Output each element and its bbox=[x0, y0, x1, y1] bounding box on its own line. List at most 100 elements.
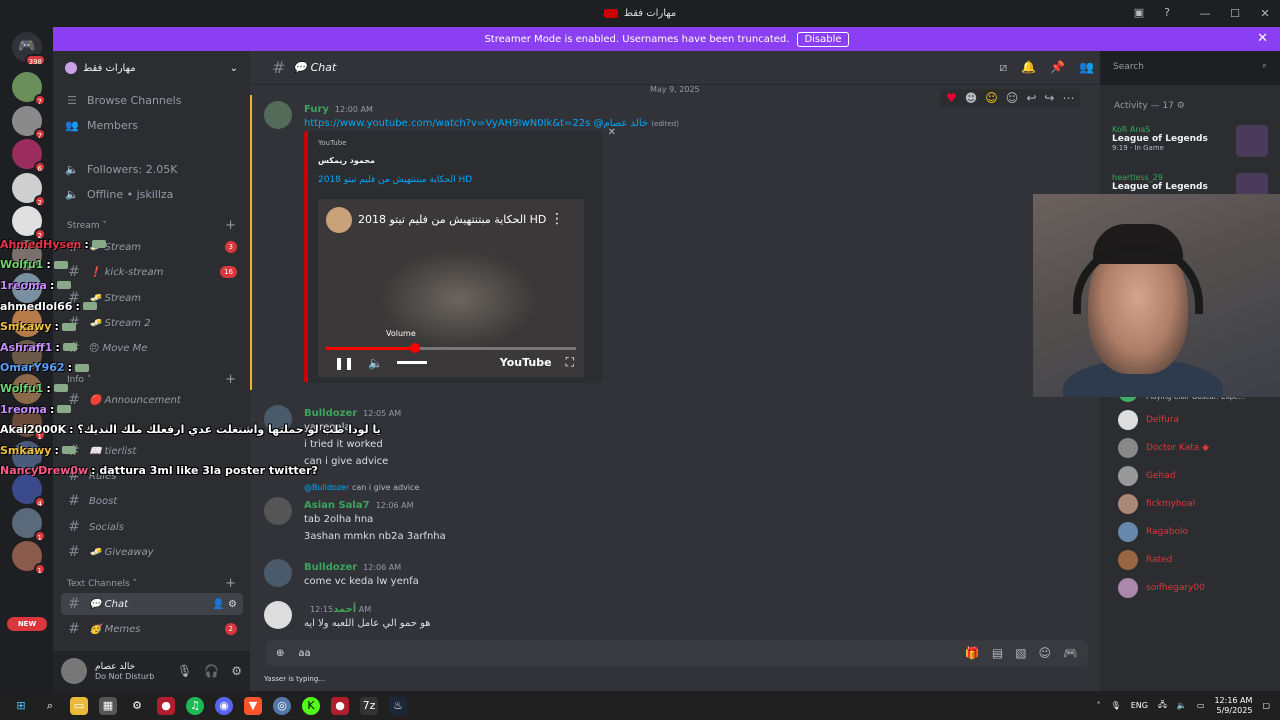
member-item[interactable]: soifhegary00 bbox=[1118, 578, 1278, 598]
message-link[interactable]: https://www.youtube.com/watch?v=VyAH9IwN… bbox=[304, 118, 590, 129]
add-channel-icon[interactable]: + bbox=[225, 576, 236, 591]
server-header[interactable]: مهارات فقط ⌄ bbox=[53, 51, 250, 85]
youtube-logo[interactable]: YouTube bbox=[500, 356, 552, 369]
category-text-channels[interactable]: Text Channels ˅ bbox=[67, 579, 137, 589]
volume-slider[interactable] bbox=[397, 361, 428, 364]
message-author[interactable]: Bulldozer bbox=[304, 562, 357, 573]
discord-icon[interactable]: ◉ bbox=[215, 696, 233, 715]
maximize-button[interactable]: ☐ bbox=[1220, 7, 1250, 20]
gear-icon[interactable]: ⚙ bbox=[231, 664, 242, 678]
member-item[interactable]: Gehad bbox=[1118, 466, 1278, 486]
app-icon[interactable]: ● bbox=[331, 696, 349, 715]
avatar[interactable] bbox=[61, 658, 87, 684]
followers-channel[interactable]: 🔈 Followers: 2.05K bbox=[65, 158, 245, 180]
heart-reaction-icon[interactable]: ♥ bbox=[946, 91, 957, 105]
battery-icon[interactable]: ▭ bbox=[1197, 701, 1205, 710]
member-list-icon[interactable]: 👥 bbox=[1079, 60, 1094, 75]
progress-knob[interactable] bbox=[410, 343, 420, 353]
channel-item[interactable]: # 💬 Chat 👤 ⚙ bbox=[61, 593, 243, 615]
obs-icon[interactable]: ◎ bbox=[273, 696, 291, 715]
channel-item[interactable]: # 🧈 Giveaway bbox=[61, 541, 243, 563]
home-button[interactable]: 🎮 398 bbox=[12, 32, 46, 66]
inbox-icon[interactable]: ▣ bbox=[1132, 6, 1146, 20]
minimize-button[interactable]: — bbox=[1190, 7, 1220, 20]
message-input[interactable]: ⊕ aa 🎁 ▤ ▧ ☺ 🎮 bbox=[266, 640, 1088, 666]
headphones-icon[interactable]: 🎧 bbox=[204, 664, 219, 678]
banner-close-icon[interactable]: ✕ bbox=[1257, 31, 1268, 46]
mention[interactable]: @خالد عصام bbox=[594, 118, 649, 129]
member-item[interactable]: fickmyhoal bbox=[1118, 494, 1278, 514]
activity-header[interactable]: Activity — 17 ⚙ bbox=[1114, 101, 1185, 111]
network-icon[interactable]: 🖧 bbox=[1158, 699, 1167, 713]
embed-provider[interactable]: YouTube bbox=[318, 139, 346, 147]
more-icon[interactable]: ⋯ bbox=[1062, 91, 1074, 105]
forward-icon[interactable]: ↪ bbox=[1044, 91, 1054, 105]
brave-icon[interactable]: ▼ bbox=[244, 696, 262, 715]
bell-icon[interactable]: 🔔 bbox=[1021, 60, 1036, 75]
laugh-reaction-icon[interactable]: ☺ bbox=[985, 91, 998, 105]
volume-icon[interactable]: 🔈 bbox=[1177, 701, 1187, 710]
activity-card[interactable]: heartless_29 League of Legends bbox=[1112, 173, 1272, 205]
category-stream[interactable]: Stream ˅ bbox=[67, 221, 107, 231]
server-icon[interactable]: 7 bbox=[12, 105, 46, 140]
member-item[interactable]: Doctor Kata ◆ bbox=[1118, 438, 1278, 458]
archive-icon[interactable]: 7z bbox=[360, 696, 378, 715]
kick-icon[interactable]: K bbox=[302, 696, 320, 715]
pin-icon[interactable]: 📌 bbox=[1050, 60, 1065, 75]
emoji-reaction-icon[interactable]: ☻ bbox=[965, 91, 978, 105]
channel-item[interactable]: # 🥳 Memes 2 bbox=[61, 618, 243, 640]
server-icon[interactable]: 7 bbox=[12, 72, 46, 106]
microphone-icon[interactable]: 🎙 bbox=[177, 664, 192, 678]
server-icon[interactable]: 6 bbox=[12, 139, 46, 173]
channel-item[interactable]: # Socials bbox=[61, 516, 243, 538]
spotify-icon[interactable]: ♫ bbox=[186, 696, 204, 715]
member-item[interactable]: Rated bbox=[1118, 550, 1278, 570]
clock[interactable]: 12:16 AM 5/9/2025 bbox=[1214, 696, 1252, 716]
channel-avatar[interactable] bbox=[326, 207, 352, 233]
disable-streamer-mode-button[interactable]: Disable bbox=[797, 31, 849, 47]
video-title[interactable]: الحكاية مبتنتهيش من فليم تيتو 2018 HD bbox=[358, 213, 546, 226]
members-item[interactable]: 👥 Members bbox=[65, 114, 245, 136]
embed-title[interactable]: الحكاية مبتنتهيش من فليم تيتو 2018 HD bbox=[318, 175, 472, 185]
emoji-icon[interactable]: ☺ bbox=[1039, 646, 1052, 660]
steam-icon[interactable]: ♨ bbox=[389, 696, 407, 715]
search-input[interactable]: Search ⌕ bbox=[1107, 58, 1273, 78]
member-item[interactable]: Delfura bbox=[1118, 410, 1278, 430]
threads-icon[interactable]: ⧄ bbox=[1000, 60, 1008, 75]
apps-icon[interactable]: 🎮 bbox=[1063, 646, 1078, 660]
avatar[interactable] bbox=[264, 497, 292, 525]
add-attachment-icon[interactable]: ⊕ bbox=[276, 648, 284, 659]
search-icon[interactable]: ⌕ bbox=[41, 697, 59, 715]
app-icon[interactable]: ● bbox=[157, 696, 175, 715]
video-menu-icon[interactable]: ⋮ bbox=[550, 211, 564, 227]
chevron-up-icon[interactable]: ˄ bbox=[1097, 701, 1101, 710]
notification-icon[interactable]: ▢ bbox=[1262, 701, 1270, 710]
server-icon[interactable]: 2 bbox=[12, 206, 46, 240]
file-explorer-icon[interactable]: ▭ bbox=[70, 696, 88, 715]
message-author[interactable]: أحمد bbox=[333, 604, 356, 615]
chevron-down-icon[interactable]: ⌄ bbox=[230, 63, 238, 74]
store-icon[interactable]: ▦ bbox=[99, 696, 117, 715]
avatar[interactable] bbox=[264, 101, 292, 129]
activity-card[interactable]: KoR AnaS League of Legends 9:19 · In Gam… bbox=[1112, 125, 1272, 157]
message-author[interactable]: Fury bbox=[304, 104, 329, 115]
reply-icon[interactable]: ↩ bbox=[1026, 91, 1036, 105]
channel-settings-icon[interactable]: 👤 ⚙ bbox=[212, 599, 237, 610]
member-item[interactable]: Ragabolo bbox=[1118, 522, 1278, 542]
reply-reference[interactable]: @Bulldozer can i give advice bbox=[304, 483, 419, 492]
gif-icon[interactable]: ▤ bbox=[992, 646, 1003, 660]
fullscreen-icon[interactable]: ⛶ bbox=[566, 355, 574, 370]
add-reaction-icon[interactable]: ☺ bbox=[1006, 91, 1019, 105]
offline-channel[interactable]: 🔈 Offline • jskillza bbox=[65, 183, 245, 205]
gift-icon[interactable]: 🎁 bbox=[965, 646, 980, 660]
browse-channels[interactable]: ☰ Browse Channels bbox=[65, 89, 245, 111]
add-channel-icon[interactable]: + bbox=[225, 218, 236, 233]
sticker-icon[interactable]: ▧ bbox=[1015, 646, 1026, 660]
server-icon[interactable]: 1 bbox=[12, 541, 46, 575]
new-badge[interactable]: NEW bbox=[7, 617, 47, 631]
server-icon[interactable]: 2 bbox=[12, 172, 46, 207]
avatar[interactable] bbox=[264, 601, 292, 629]
embed-author[interactable]: محمود ريمكس bbox=[318, 156, 375, 165]
close-window-button[interactable]: ✕ bbox=[1250, 7, 1280, 20]
language-indicator[interactable]: ENG bbox=[1131, 701, 1148, 710]
